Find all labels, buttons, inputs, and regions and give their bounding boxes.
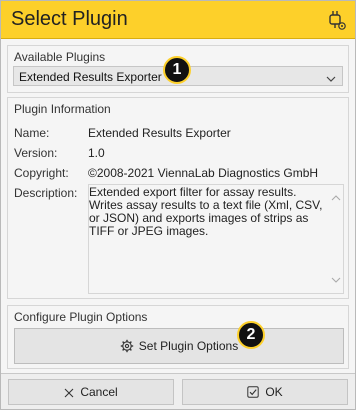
configure-plugin-options-group: Configure Plugin Options Set Plugin Opti…: [7, 305, 349, 369]
ok-button[interactable]: OK: [182, 379, 348, 405]
callout-badge-2: 2: [237, 321, 265, 349]
copyright-value: ©2008-2021 ViennaLab Diagnostics GmbH: [88, 166, 319, 180]
check-box-icon: [247, 382, 260, 406]
version-key: Version:: [14, 146, 58, 160]
dialog-footer: Cancel OK: [1, 373, 355, 409]
ok-label: OK: [265, 385, 283, 399]
set-plugin-options-label: Set Plugin Options: [138, 339, 239, 353]
cancel-label: Cancel: [80, 385, 118, 399]
description-textbox[interactable]: Extended export filter for assay results…: [88, 184, 344, 294]
scroll-down-icon[interactable]: [331, 273, 341, 287]
copyright-key: Copyright:: [14, 166, 69, 180]
callout-badge-1: 1: [163, 56, 191, 84]
scroll-up-icon[interactable]: [331, 191, 341, 205]
name-value: Extended Results Exporter: [88, 126, 231, 140]
plugin-select-value: Extended Results Exporter: [19, 70, 162, 84]
plugin-information-group: Plugin Information Name: Extended Result…: [7, 97, 349, 299]
version-value: 1.0: [88, 146, 105, 160]
set-plugin-options-content: Set Plugin Options: [15, 339, 343, 356]
plugin-information-label: Plugin Information: [14, 102, 111, 116]
dialog-title: Select Plugin: [11, 8, 128, 30]
cancel-button[interactable]: Cancel: [8, 379, 174, 405]
plugin-settings-icon[interactable]: [325, 8, 349, 32]
title-bar: Select Plugin: [1, 1, 355, 39]
available-plugins-label: Available Plugins: [14, 50, 106, 64]
gear-icon: [120, 339, 134, 356]
name-key: Name:: [14, 126, 50, 140]
configure-plugin-options-label: Configure Plugin Options: [14, 310, 148, 324]
close-icon: [64, 382, 74, 406]
description-key: Description:: [14, 186, 78, 200]
description-value: Extended export filter for assay results…: [89, 185, 323, 238]
set-plugin-options-button[interactable]: Set Plugin Options: [14, 328, 344, 364]
chevron-down-icon[interactable]: [326, 72, 336, 86]
select-plugin-dialog: Select Plugin Available Plugins Extended…: [0, 0, 356, 410]
